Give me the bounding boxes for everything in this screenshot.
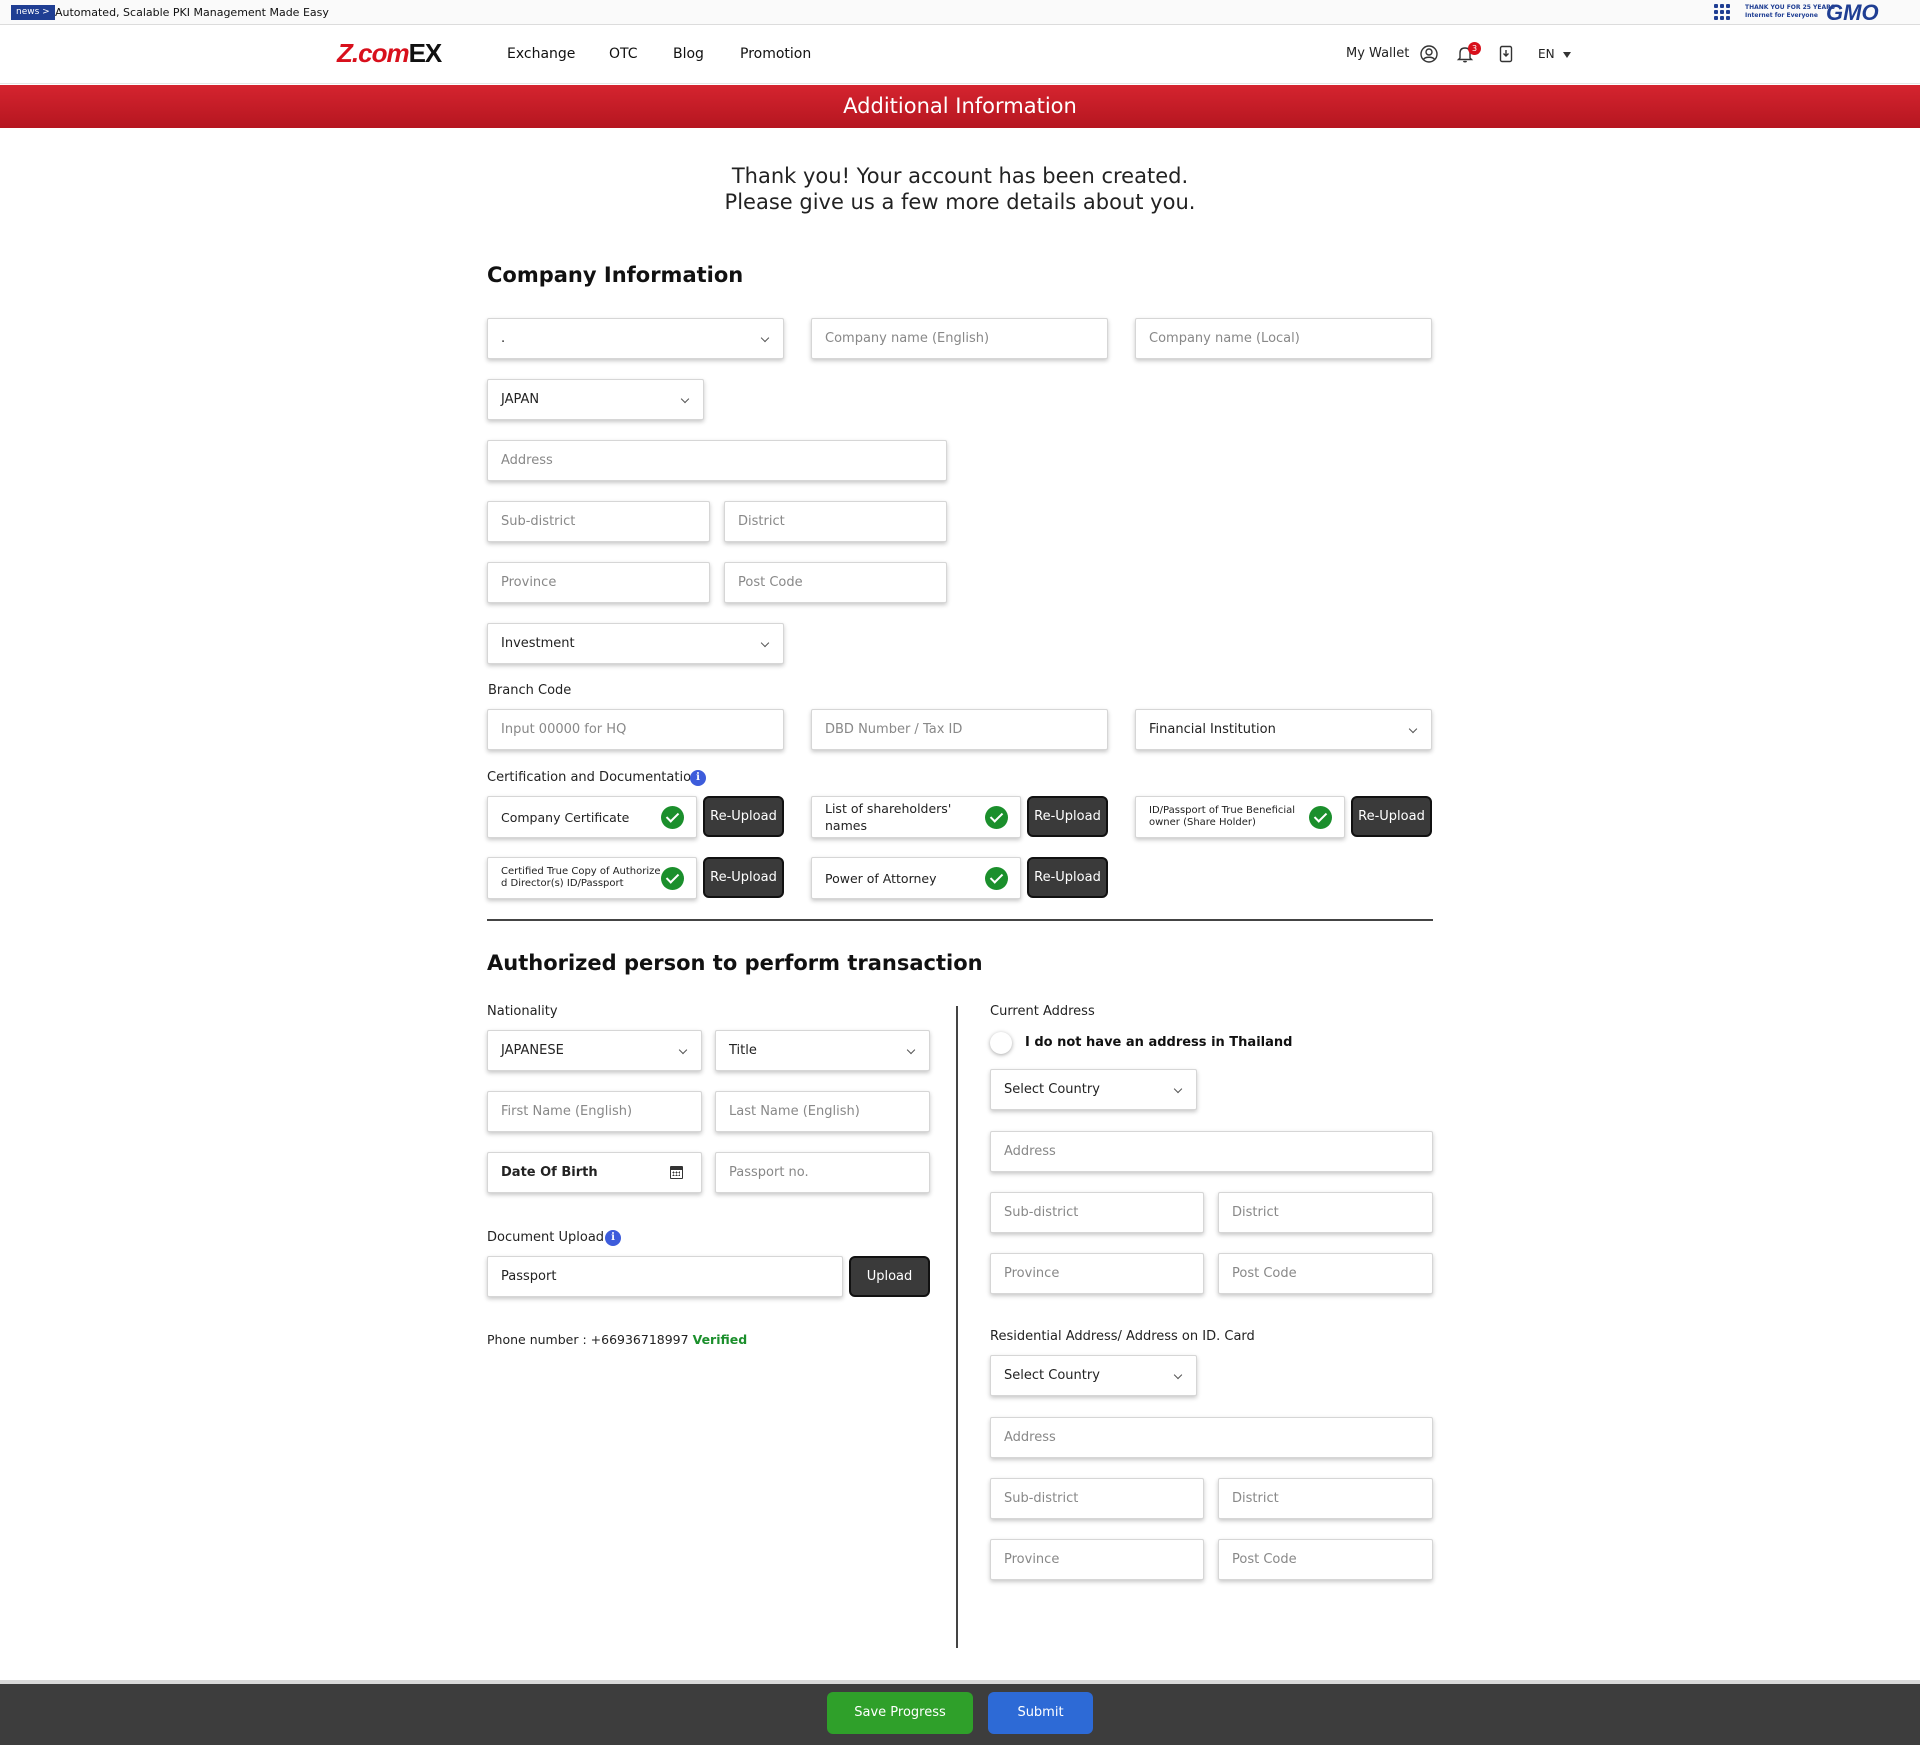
doc-authorized-directors-id[interactable]: Certified True Copy of Authorized Direct…: [487, 857, 697, 899]
caret-down-icon[interactable]: [1563, 52, 1571, 58]
zcom-logo[interactable]: Z.comEX: [337, 38, 442, 68]
chevron-down-icon: [680, 394, 690, 404]
chevron-down-icon: [1173, 1370, 1183, 1380]
residential-address-label: Residential Address/ Address on ID. Card: [990, 1329, 1255, 1344]
notification-badge: 3: [1468, 42, 1481, 55]
residential-province-input[interactable]: Province: [990, 1539, 1204, 1580]
current-district-input[interactable]: District: [1218, 1192, 1433, 1233]
news-headline[interactable]: Automated, Scalable PKI Management Made …: [55, 5, 329, 20]
date-of-birth-input[interactable]: Date Of Birth: [487, 1152, 702, 1193]
reupload-button[interactable]: Re-Upload: [1351, 796, 1432, 837]
section-divider: [487, 919, 1433, 921]
residential-country-select[interactable]: Select Country: [990, 1355, 1197, 1396]
current-country-select[interactable]: Select Country: [990, 1069, 1197, 1110]
chevron-down-icon: [1408, 724, 1418, 734]
upload-button[interactable]: Upload: [849, 1256, 930, 1297]
document-type-field[interactable]: Passport: [487, 1256, 843, 1297]
gmo-logo[interactable]: GMO: [1826, 1, 1879, 25]
phone-number-status: Phone number : +66936718997 Verified: [487, 1332, 747, 1348]
chevron-down-icon: [1173, 1084, 1183, 1094]
intro-line-1: Thank you! Your account has been created…: [731, 164, 1189, 188]
account-icon[interactable]: [1419, 44, 1439, 64]
news-bar: news > Automated, Scalable PKI Managemen…: [0, 0, 1920, 25]
company-country-select[interactable]: JAPAN: [487, 379, 704, 420]
no-thai-address-label[interactable]: I do not have an address in Thailand: [1025, 1035, 1292, 1051]
doc-power-of-attorney[interactable]: Power of Attorney: [811, 857, 1021, 899]
column-divider: [956, 1006, 958, 1648]
company-subdistrict-input[interactable]: Sub-district: [487, 501, 710, 542]
company-prefix-select[interactable]: .: [487, 318, 784, 359]
info-icon[interactable]: i: [690, 770, 706, 786]
my-wallet-link[interactable]: My Wallet: [1346, 46, 1409, 62]
branch-code-input[interactable]: Input 00000 for HQ: [487, 709, 784, 750]
company-postcode-input[interactable]: Post Code: [724, 562, 947, 603]
title-select[interactable]: Title: [715, 1030, 930, 1071]
brand-tagline: THANK YOU FOR 25 YEARS Internet for Every…: [1745, 4, 1836, 19]
residential-district-input[interactable]: District: [1218, 1478, 1433, 1519]
financial-institution-select[interactable]: Financial Institution: [1135, 709, 1432, 750]
chevron-down-icon: [760, 638, 770, 648]
phone-number: Phone number : +66936718997: [487, 1332, 689, 1347]
first-name-input[interactable]: First Name (English): [487, 1091, 702, 1132]
nav-blog[interactable]: Blog: [673, 45, 704, 63]
verified-status: Verified: [692, 1332, 748, 1347]
nationality-select[interactable]: JAPANESE: [487, 1030, 702, 1071]
reupload-button[interactable]: Re-Upload: [703, 857, 784, 898]
doc-beneficial-owner-id[interactable]: ID/Passport of True Beneficial owner (Sh…: [1135, 796, 1345, 838]
authorized-person-title: Authorized person to perform transaction: [487, 951, 983, 975]
check-circle-icon: [661, 806, 684, 829]
company-name-local-input[interactable]: Company name (Local): [1135, 318, 1432, 359]
chevron-down-icon: [906, 1045, 916, 1055]
passport-number-input[interactable]: Passport no.: [715, 1152, 930, 1193]
no-thai-address-toggle[interactable]: [990, 1032, 1012, 1054]
doc-shareholders-list[interactable]: List of shareholders' names: [811, 796, 1021, 838]
submit-button[interactable]: Submit: [988, 1692, 1093, 1734]
current-address-input[interactable]: Address: [990, 1131, 1433, 1172]
nationality-label: Nationality: [487, 1004, 558, 1019]
current-address-label: Current Address: [990, 1004, 1095, 1019]
chevron-down-icon: [760, 333, 770, 343]
residential-postcode-input[interactable]: Post Code: [1218, 1539, 1433, 1580]
nav-exchange[interactable]: Exchange: [507, 45, 575, 63]
tax-id-input[interactable]: DBD Number / Tax ID: [811, 709, 1108, 750]
company-district-input[interactable]: District: [724, 501, 947, 542]
residential-subdistrict-input[interactable]: Sub-district: [990, 1478, 1204, 1519]
last-name-input[interactable]: Last Name (English): [715, 1091, 930, 1132]
doc-company-certificate[interactable]: Company Certificate: [487, 796, 697, 838]
nav-promotion[interactable]: Promotion: [740, 45, 811, 63]
language-selector[interactable]: EN: [1538, 46, 1555, 62]
check-circle-icon: [661, 867, 684, 890]
check-circle-icon: [985, 867, 1008, 890]
reupload-button[interactable]: Re-Upload: [1027, 796, 1108, 837]
check-circle-icon: [985, 806, 1008, 829]
company-province-input[interactable]: Province: [487, 562, 710, 603]
business-type-select[interactable]: Investment: [487, 623, 784, 664]
site-header: Z.comEX Exchange OTC Blog Promotion My W…: [0, 26, 1920, 84]
current-subdistrict-input[interactable]: Sub-district: [990, 1192, 1204, 1233]
current-postcode-input[interactable]: Post Code: [1218, 1253, 1433, 1294]
apps-grid-icon[interactable]: [1714, 4, 1730, 20]
nav-otc[interactable]: OTC: [609, 45, 638, 63]
intro-line-2: Please give us a few more details about …: [724, 190, 1196, 214]
check-circle-icon: [1309, 806, 1332, 829]
company-section-title: Company Information: [487, 263, 744, 287]
document-upload-label: Document Upload: [487, 1230, 605, 1245]
reupload-button[interactable]: Re-Upload: [1027, 857, 1108, 898]
certification-label: Certification and Documentation: [487, 770, 700, 785]
chevron-down-icon: [678, 1045, 688, 1055]
page-banner: Additional Information: [0, 85, 1920, 128]
branch-code-label: Branch Code: [488, 683, 572, 698]
company-address-input[interactable]: Address: [487, 440, 947, 481]
download-app-icon[interactable]: [1496, 44, 1516, 64]
page-title: Additional Information: [843, 94, 1077, 118]
company-name-english-input[interactable]: Company name (English): [811, 318, 1108, 359]
info-icon[interactable]: i: [605, 1230, 621, 1246]
news-tag[interactable]: news >: [11, 5, 55, 20]
current-province-input[interactable]: Province: [990, 1253, 1204, 1294]
reupload-button[interactable]: Re-Upload: [703, 796, 784, 837]
residential-address-input[interactable]: Address: [990, 1417, 1433, 1458]
save-progress-button[interactable]: Save Progress: [827, 1692, 973, 1734]
calendar-icon[interactable]: [670, 1166, 683, 1179]
